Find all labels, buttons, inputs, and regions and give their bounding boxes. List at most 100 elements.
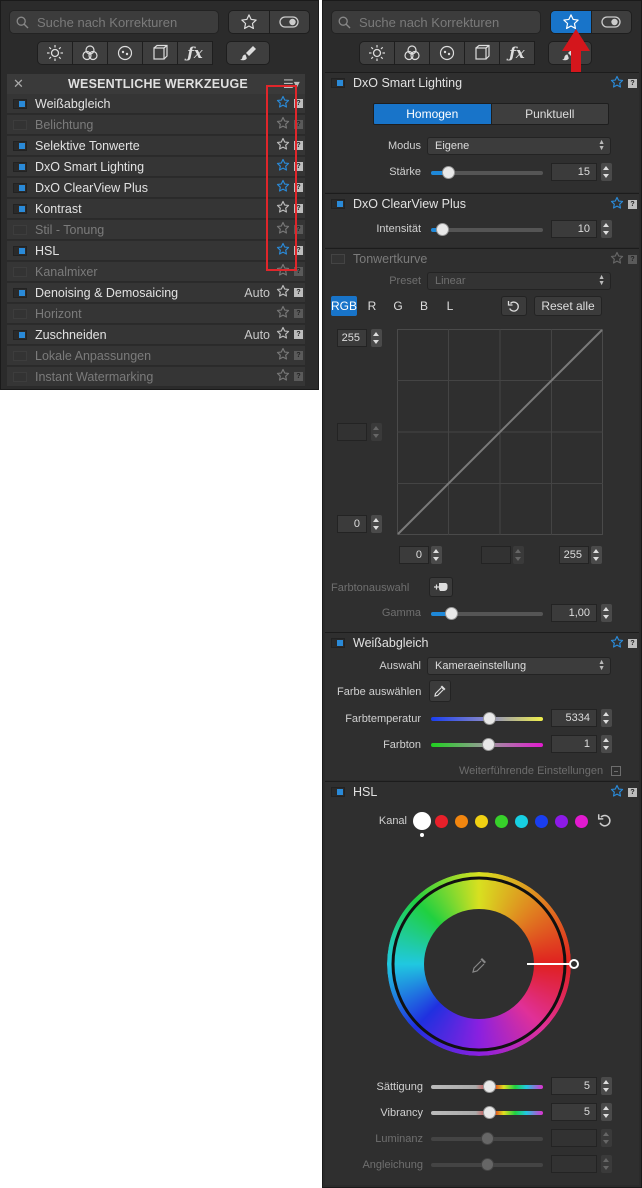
gamma-stepper[interactable] bbox=[601, 604, 612, 622]
vibrancy-stepper[interactable] bbox=[601, 1103, 612, 1121]
color-tab-button[interactable] bbox=[72, 41, 108, 65]
close-icon[interactable]: ✕ bbox=[13, 76, 33, 92]
list-item[interactable]: Instant Watermarking? bbox=[7, 367, 305, 387]
tonwertkurve-enable-checkbox[interactable] bbox=[331, 254, 345, 264]
tonwertkurve-header[interactable]: Tonwertkurve ? bbox=[325, 249, 639, 269]
favorite-star-icon[interactable] bbox=[276, 305, 290, 322]
curve-y-mid-stepper[interactable] bbox=[371, 423, 382, 441]
farbtemperatur-value-field[interactable]: 5334 bbox=[551, 709, 597, 727]
panel-toggle-button[interactable] bbox=[268, 11, 310, 33]
hsl-channel-dot[interactable] bbox=[515, 815, 528, 828]
list-item[interactable]: Selektive Tonwerte? bbox=[7, 136, 305, 156]
help-icon[interactable]: ? bbox=[294, 351, 303, 360]
tab-channel-b[interactable]: B bbox=[411, 296, 437, 316]
tab-channel-l[interactable]: L bbox=[437, 296, 463, 316]
angleichung-slider[interactable] bbox=[431, 1158, 543, 1171]
effects-tab-button[interactable]: ƒx bbox=[499, 41, 535, 65]
help-icon[interactable]: ? bbox=[628, 638, 637, 648]
hsl-channel-dot[interactable] bbox=[555, 815, 568, 828]
angleichung-stepper[interactable] bbox=[601, 1155, 612, 1173]
intensitaet-stepper[interactable] bbox=[601, 220, 612, 238]
favorites-filter-button[interactable] bbox=[229, 11, 269, 33]
hsl-color-wheel[interactable] bbox=[387, 872, 587, 1072]
curve-y-bottom-stepper[interactable] bbox=[371, 515, 382, 533]
farbtemperatur-stepper[interactable] bbox=[601, 709, 612, 727]
farbton-slider[interactable] bbox=[431, 738, 543, 751]
tab-punktuell[interactable]: Punktuell bbox=[490, 104, 609, 124]
weissabgleich-enable-checkbox[interactable] bbox=[331, 638, 345, 648]
tool-enable-checkbox[interactable] bbox=[13, 371, 27, 382]
farbton-value-field[interactable]: 1 bbox=[551, 735, 597, 753]
hsl-channel-dot[interactable] bbox=[455, 815, 468, 828]
color-tab-button[interactable] bbox=[394, 41, 430, 65]
hsl-header[interactable]: HSL ? bbox=[325, 782, 639, 802]
help-icon[interactable]: ? bbox=[628, 254, 637, 264]
gamma-slider[interactable] bbox=[431, 607, 543, 620]
tool-enable-checkbox[interactable] bbox=[13, 245, 27, 256]
smart-lighting-enable-checkbox[interactable] bbox=[331, 78, 345, 88]
tab-channel-r[interactable]: R bbox=[359, 296, 385, 316]
help-icon[interactable]: ? bbox=[294, 309, 303, 318]
tab-channel-g[interactable]: G bbox=[385, 296, 411, 316]
slider-knob[interactable] bbox=[441, 166, 455, 179]
reset-curve-button[interactable] bbox=[501, 296, 527, 316]
tool-enable-checkbox[interactable] bbox=[13, 140, 27, 151]
tab-channel-rgb[interactable]: RGB bbox=[331, 296, 357, 316]
curve-x-right-stepper[interactable] bbox=[591, 546, 602, 564]
help-icon[interactable]: ? bbox=[294, 288, 303, 297]
tool-enable-checkbox[interactable] bbox=[13, 161, 27, 172]
slider-knob[interactable] bbox=[445, 607, 459, 620]
favorite-star-icon[interactable] bbox=[276, 347, 290, 364]
tab-homogen[interactable]: Homogen bbox=[374, 104, 491, 124]
clearview-enable-checkbox[interactable] bbox=[331, 199, 345, 209]
auswahl-dropdown[interactable]: Kameraeinstellung ▲ ▼ bbox=[427, 657, 611, 675]
staerke-slider[interactable] bbox=[431, 166, 543, 179]
geometry-tab-button[interactable] bbox=[142, 41, 178, 65]
favorite-star-icon[interactable] bbox=[610, 251, 624, 268]
modus-dropdown[interactable]: Eigene ▲ ▼ bbox=[427, 137, 611, 155]
vibrancy-slider[interactable] bbox=[431, 1106, 543, 1119]
list-item[interactable]: DxO ClearView Plus? bbox=[7, 178, 305, 198]
hsl-channel-dot[interactable] bbox=[495, 815, 508, 828]
luminanz-slider[interactable] bbox=[431, 1132, 543, 1145]
luminanz-value-field[interactable] bbox=[551, 1129, 597, 1147]
hsl-channel-dot[interactable] bbox=[435, 815, 448, 828]
effects-tab-button[interactable]: ƒx bbox=[177, 41, 213, 65]
saettigung-slider[interactable] bbox=[431, 1080, 543, 1093]
tool-enable-checkbox[interactable] bbox=[13, 203, 27, 214]
search-input[interactable] bbox=[37, 14, 207, 30]
intensitaet-value-field[interactable]: 10 bbox=[551, 220, 597, 238]
list-item[interactable]: Kontrast? bbox=[7, 199, 305, 219]
slider-knob[interactable] bbox=[483, 1080, 497, 1093]
tool-enable-checkbox[interactable] bbox=[13, 329, 27, 340]
weissabgleich-header[interactable]: Weißabgleich ? bbox=[325, 633, 639, 653]
favorite-star-icon[interactable] bbox=[276, 284, 290, 301]
tool-enable-checkbox[interactable] bbox=[13, 266, 27, 277]
hsl-enable-checkbox[interactable] bbox=[331, 787, 345, 797]
tool-enable-checkbox[interactable] bbox=[13, 350, 27, 361]
curve-x-left-field[interactable]: 0 bbox=[399, 546, 429, 564]
advanced-settings-link[interactable]: Weiterführende Einstellungen bbox=[459, 765, 603, 777]
help-icon[interactable]: ? bbox=[628, 199, 637, 209]
curve-x-mid-field[interactable] bbox=[481, 546, 511, 564]
angleichung-value-field[interactable] bbox=[551, 1155, 597, 1173]
curve-x-left-stepper[interactable] bbox=[431, 546, 442, 564]
list-item[interactable]: Stil - Tonung? bbox=[7, 220, 305, 240]
vibrancy-value-field[interactable]: 5 bbox=[551, 1103, 597, 1121]
search-box[interactable] bbox=[9, 10, 219, 34]
tool-enable-checkbox[interactable] bbox=[13, 98, 27, 109]
farbtemperatur-slider[interactable] bbox=[431, 712, 543, 725]
help-icon[interactable]: ? bbox=[294, 372, 303, 381]
local-adjust-button[interactable] bbox=[226, 41, 270, 65]
favorite-star-icon[interactable] bbox=[610, 635, 624, 652]
gamma-value-field[interactable]: 1,00 bbox=[551, 604, 597, 622]
list-item[interactable]: Weißabgleich? bbox=[7, 94, 305, 114]
list-item[interactable]: Horizont? bbox=[7, 304, 305, 324]
curve-x-right-field[interactable]: 255 bbox=[559, 546, 589, 564]
staerke-value-field[interactable]: 15 bbox=[551, 163, 597, 181]
help-icon[interactable]: ? bbox=[294, 330, 303, 339]
tool-enable-checkbox[interactable] bbox=[13, 182, 27, 193]
help-icon[interactable]: ? bbox=[628, 787, 637, 797]
tool-enable-checkbox[interactable] bbox=[13, 287, 27, 298]
preset-dropdown[interactable]: Linear ▲ ▼ bbox=[427, 272, 611, 290]
